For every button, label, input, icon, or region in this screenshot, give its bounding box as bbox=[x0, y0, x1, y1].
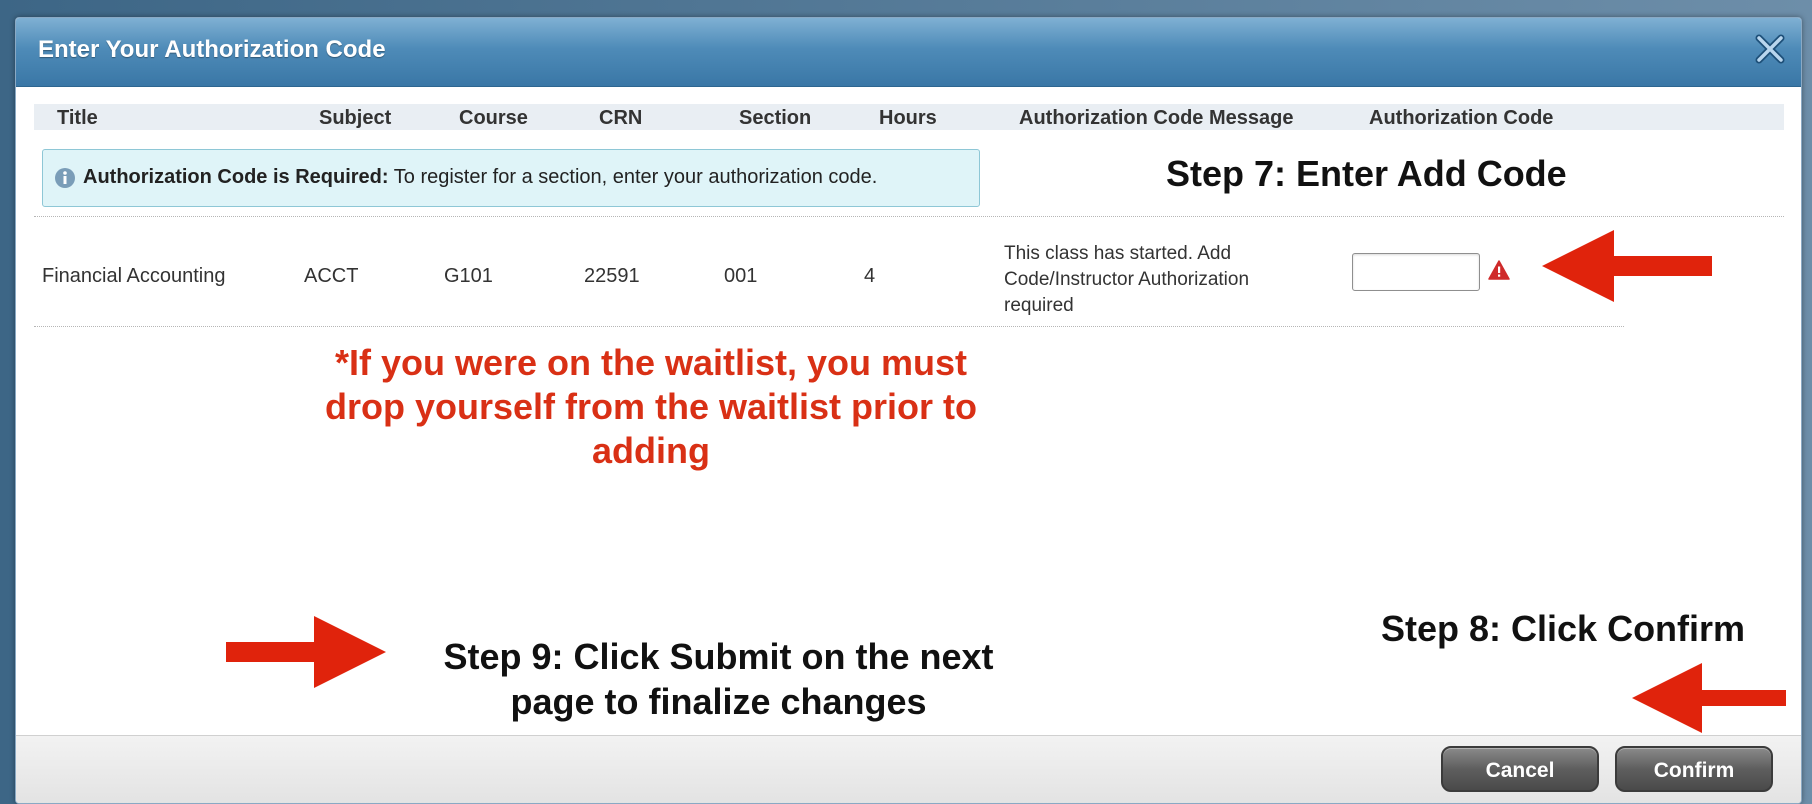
waitlist-note: *If you were on the waitlist, you must d… bbox=[324, 342, 978, 471]
cell-auth-message: This class has started. Add Code/Instruc… bbox=[1004, 243, 1250, 316]
step9-arrow-icon bbox=[226, 616, 386, 688]
column-header-course[interactable]: Course bbox=[459, 107, 528, 130]
step7-arrow-icon bbox=[1542, 230, 1712, 302]
cell-crn: 22591 bbox=[584, 265, 640, 287]
step7-annotation: Step 7: Enter Add Code bbox=[1166, 153, 1567, 194]
table-header-row: Title Subject Course CRN Section Hours A… bbox=[34, 104, 1784, 130]
step8-annotation: Step 8: Click Confirm bbox=[1381, 608, 1746, 649]
column-header-section[interactable]: Section bbox=[739, 107, 811, 130]
column-header-hours[interactable]: Hours bbox=[879, 107, 937, 130]
cell-section: 001 bbox=[724, 265, 758, 287]
auth-required-notice: Authorization Code is Required: To regis… bbox=[42, 149, 980, 207]
auth-code-input[interactable] bbox=[1352, 253, 1480, 291]
warning-triangle-icon bbox=[1488, 260, 1510, 280]
row-divider-top bbox=[34, 216, 1784, 217]
notice-bold: Authorization Code is Required: bbox=[83, 166, 389, 188]
dialog-titlebar: Enter Your Authorization Code bbox=[16, 18, 1801, 87]
column-header-auth-message[interactable]: Authorization Code Message bbox=[1019, 107, 1293, 130]
column-header-auth-code[interactable]: Authorization Code bbox=[1369, 107, 1553, 130]
column-header-title[interactable]: Title bbox=[57, 107, 98, 130]
close-icon[interactable] bbox=[1751, 30, 1789, 68]
notice-body: To register for a section, enter your au… bbox=[388, 166, 878, 188]
info-icon bbox=[54, 167, 78, 191]
cell-course: G101 bbox=[444, 265, 493, 287]
dialog-title: Enter Your Authorization Code bbox=[38, 36, 386, 63]
authorization-code-dialog: Enter Your Authorization Code Title Subj… bbox=[15, 17, 1802, 804]
cell-hours: 4 bbox=[864, 265, 876, 287]
cancel-button[interactable]: Cancel bbox=[1441, 746, 1599, 792]
confirm-button[interactable]: Confirm bbox=[1615, 746, 1773, 792]
column-header-crn[interactable]: CRN bbox=[599, 107, 642, 130]
step8-arrow-icon bbox=[1632, 663, 1786, 733]
step9-annotation: Step 9: Click Submit on the next page to… bbox=[443, 636, 994, 722]
dialog-footer: Cancel Confirm bbox=[16, 735, 1801, 803]
notice-text: Authorization Code is Required: To regis… bbox=[83, 166, 877, 189]
row-divider-bottom bbox=[34, 326, 1624, 327]
column-header-subject[interactable]: Subject bbox=[319, 107, 391, 130]
cell-subject: ACCT bbox=[304, 265, 359, 287]
cell-title: Financial Accounting bbox=[42, 265, 226, 287]
